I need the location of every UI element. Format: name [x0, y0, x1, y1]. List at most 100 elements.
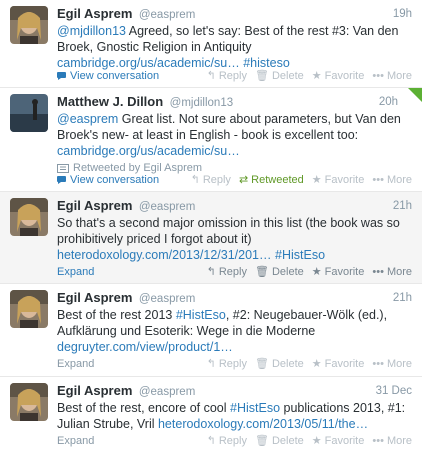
author-name[interactable]: Matthew J. Dillon — [57, 94, 163, 109]
reply-button[interactable]: ↰ Reply — [207, 433, 247, 449]
reply-button[interactable]: ↰ Reply — [191, 172, 231, 188]
tweet-link[interactable]: #HistEso — [176, 308, 226, 322]
tweet-link[interactable]: cambridge.org/us/academic/su… — [57, 144, 240, 158]
tweet-text-segment: So that's a second major omission in thi… — [57, 216, 400, 246]
tweet-text-segment: Best of the rest, encore of cool — [57, 401, 231, 415]
favorite-button[interactable]: ★ Favorite — [312, 356, 365, 372]
favorite-button[interactable]: ★ Favorite — [312, 172, 365, 188]
timestamp[interactable]: 20h — [379, 94, 398, 110]
delete-button[interactable]: 🗑 Delete — [255, 356, 304, 372]
expand-label: View conversation — [70, 174, 160, 186]
favorite-label: Favorite — [324, 435, 365, 447]
timestamp[interactable]: 19h — [393, 6, 412, 22]
favorite-label: Favorite — [324, 266, 365, 278]
expand-link[interactable]: Expand — [57, 433, 94, 449]
star-icon: ★ — [311, 70, 322, 82]
author-name[interactable]: Egil Asprem — [57, 290, 132, 305]
star-icon: ★ — [311, 174, 322, 186]
retweeted-label: Retweeted — [251, 174, 304, 186]
star-icon: ★ — [311, 266, 322, 278]
tweet[interactable]: Egil Asprem @easprem 19h @mjdillon13 Agr… — [0, 0, 422, 88]
more-label: More — [386, 358, 412, 370]
favorite-label: Favorite — [324, 174, 365, 186]
ellipsis-icon: ••• — [372, 358, 384, 370]
delete-button[interactable]: 🗑 Delete — [255, 264, 304, 280]
avatar[interactable] — [10, 383, 48, 421]
expand-link[interactable]: Expand — [57, 356, 94, 372]
timestamp[interactable]: 21h — [393, 290, 412, 306]
author-name[interactable]: Egil Asprem — [57, 198, 132, 213]
tweet-link[interactable]: @mjdillon13 — [57, 24, 126, 38]
tweet[interactable]: Egil Asprem @easprem 31 Dec Best of the … — [0, 377, 422, 461]
reply-label: Reply — [218, 266, 247, 278]
reply-button[interactable]: ↰ Reply — [207, 68, 247, 84]
more-button[interactable]: ••• More — [372, 68, 412, 84]
more-button[interactable]: ••• More — [372, 264, 412, 280]
trash-icon: 🗑 — [254, 70, 269, 82]
reply-button[interactable]: ↰ Reply — [207, 356, 247, 372]
tweet-text-segment: Best of the rest 2013 — [57, 308, 176, 322]
tweet-text: So that's a second major omission in thi… — [57, 215, 412, 263]
favorite-label: Favorite — [324, 358, 365, 370]
favorite-button[interactable]: ★ Favorite — [312, 433, 365, 449]
reply-arrow-icon: ↰ — [190, 174, 200, 186]
ellipsis-icon: ••• — [372, 266, 384, 278]
reply-button[interactable]: ↰ Reply — [207, 264, 247, 280]
favorite-button[interactable]: ★ Favorite — [312, 264, 365, 280]
reply-arrow-icon: ↰ — [206, 435, 216, 447]
delete-label: Delete — [271, 435, 304, 447]
expand-link[interactable]: Expand — [57, 264, 94, 280]
tweet[interactable]: Matthew J. Dillon @mjdillon13 20h @easpr… — [0, 88, 422, 192]
view-conversation-link[interactable]: View conversation — [57, 172, 159, 188]
trash-icon: 🗑 — [254, 266, 269, 278]
reply-arrow-icon: ↰ — [206, 70, 216, 82]
tweet-text: Best of the rest 2013 #HistEso, #2: Neug… — [57, 307, 412, 355]
view-conversation-link[interactable]: View conversation — [57, 68, 159, 84]
favorite-label: Favorite — [324, 70, 365, 82]
avatar[interactable] — [10, 198, 48, 236]
reply-arrow-icon: ↰ — [206, 266, 216, 278]
tweet-text: Best of the rest, encore of cool #HistEs… — [57, 400, 412, 432]
avatar[interactable] — [10, 6, 48, 44]
speech-bubble-icon — [57, 176, 66, 184]
retweeted-button[interactable]: ⇄ Retweeted — [239, 172, 304, 188]
tweet-link[interactable]: #HistEso — [275, 248, 325, 262]
author-handle[interactable]: @mjdillon13 — [170, 97, 233, 109]
author-handle[interactable]: @easprem — [139, 9, 195, 21]
delete-label: Delete — [271, 266, 304, 278]
ellipsis-icon: ••• — [372, 174, 384, 186]
tweet[interactable]: Egil Asprem @easprem 21h So that's a sec… — [0, 192, 422, 284]
reply-arrow-icon: ↰ — [206, 358, 216, 370]
more-button[interactable]: ••• More — [372, 356, 412, 372]
reply-label: Reply — [218, 358, 247, 370]
avatar[interactable] — [10, 94, 48, 132]
delete-label: Delete — [271, 358, 304, 370]
expand-label: View conversation — [70, 70, 160, 82]
author-handle[interactable]: @easprem — [139, 201, 195, 213]
tweet-text: @mjdillon13 Agreed, so let's say: Best o… — [57, 23, 412, 71]
tweet-link[interactable]: heterodoxology.com/2013/12/31/201… — [57, 248, 272, 262]
favorite-button[interactable]: ★ Favorite — [312, 68, 365, 84]
tweet-link[interactable]: #HistEso — [230, 401, 280, 415]
timeline: Egil Asprem @easprem 19h @mjdillon13 Agr… — [0, 0, 422, 461]
timestamp[interactable]: 31 Dec — [376, 383, 412, 399]
author-name[interactable]: Egil Asprem — [57, 383, 132, 398]
author-name[interactable]: Egil Asprem — [57, 6, 132, 21]
star-icon: ★ — [311, 358, 322, 370]
trash-icon: 🗑 — [254, 435, 269, 447]
star-icon: ★ — [311, 435, 322, 447]
tweet-link[interactable]: degruyter.com/view/product/1… — [57, 340, 233, 354]
tweet[interactable]: Egil Asprem @easprem 21h Best of the res… — [0, 284, 422, 377]
more-label: More — [386, 174, 412, 186]
author-handle[interactable]: @easprem — [139, 386, 195, 398]
tweet-link[interactable]: heterodoxology.com/2013/05/11/the… — [158, 417, 368, 431]
timestamp[interactable]: 21h — [393, 198, 412, 214]
tweet-link[interactable]: @easprem — [57, 112, 118, 126]
author-handle[interactable]: @easprem — [139, 293, 195, 305]
more-button[interactable]: ••• More — [372, 433, 412, 449]
more-button[interactable]: ••• More — [372, 172, 412, 188]
ellipsis-icon: ••• — [372, 435, 384, 447]
delete-button[interactable]: 🗑 Delete — [255, 68, 304, 84]
avatar[interactable] — [10, 290, 48, 328]
delete-button[interactable]: 🗑 Delete — [255, 433, 304, 449]
